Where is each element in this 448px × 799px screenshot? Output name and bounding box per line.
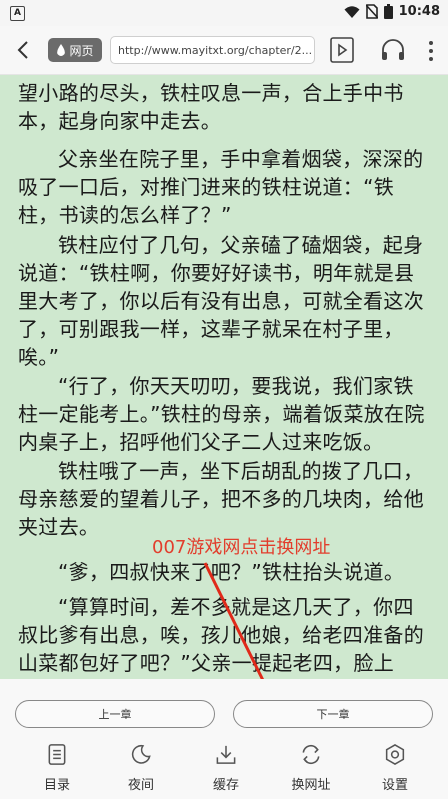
back-icon[interactable] xyxy=(12,38,36,62)
paragraph: 铁柱哦了一声，坐下后胡乱的拨了几口，母亲慈爱的望着儿子，把不多的几块肉，给他夹过… xyxy=(18,459,424,539)
nav-toc[interactable]: 目录 xyxy=(27,743,87,793)
moon-icon xyxy=(131,744,151,764)
paragraph: 父亲坐在院子里，手中拿着烟袋，深深的吸了一口后，对推门进来的铁柱说道：“铁柱，书… xyxy=(18,147,424,227)
next-chapter-button[interactable]: 下一章 xyxy=(233,700,433,728)
clock-time: 10:48 xyxy=(398,4,440,19)
wifi-icon xyxy=(344,5,360,18)
status-bar: A 10:48 xyxy=(0,0,448,26)
more-icon[interactable] xyxy=(428,40,434,62)
browser-toolbar: 网页 http://www.mayitxt.org/chapter/2... xyxy=(0,26,448,75)
paragraph: “爹，四叔快来了吧？”铁柱抬头说道。 xyxy=(58,560,405,584)
web-mode-button[interactable]: 网页 xyxy=(48,38,102,62)
paragraph: “行了，你天天叨叨，要我说，我们家铁柱一定能考上。”铁柱的母亲，端着饭菜放在院内… xyxy=(18,374,425,454)
paragraph: “算算时间，差不多就是这几天了，你四叔比爹有出息，唉，孩儿他娘，给老四准备的山菜… xyxy=(18,595,424,675)
nav-settings[interactable]: 设置 xyxy=(365,743,425,793)
app-notification-icon: A xyxy=(10,6,25,21)
nav-label: 换网址 xyxy=(291,778,331,793)
prev-chapter-button[interactable]: 上一章 xyxy=(15,700,215,728)
reading-content[interactable]: 望小路的尽头，铁柱叹息一声，合上手中书本，起身向家中走去。 父亲坐在院子里，手中… xyxy=(0,75,448,679)
nav-label: 缓存 xyxy=(212,778,239,793)
headphones-icon[interactable] xyxy=(380,37,406,63)
download-icon xyxy=(216,745,236,764)
nav-label: 目录 xyxy=(43,778,70,793)
url-field[interactable]: http://www.mayitxt.org/chapter/2... xyxy=(110,36,315,64)
nav-label: 夜间 xyxy=(127,778,154,793)
nav-switch-url[interactable]: 换网址 xyxy=(281,743,341,793)
overlay-annotation: 007游戏网点击换网址 xyxy=(152,537,331,558)
play-icon[interactable] xyxy=(330,37,354,63)
nav-label: 设置 xyxy=(381,778,408,793)
paragraph: 望小路的尽头，铁柱叹息一声，合上手中书本，起身向家中走去。 xyxy=(18,81,404,133)
no-sim-icon xyxy=(365,4,378,19)
switch-icon xyxy=(302,744,320,765)
nav-cache[interactable]: 缓存 xyxy=(196,743,256,793)
battery-icon xyxy=(383,4,393,19)
drop-icon xyxy=(57,43,66,56)
nav-night[interactable]: 夜间 xyxy=(111,743,171,793)
paragraph: 铁柱应付了几句，父亲磕了磕烟袋，起身说道：“铁柱啊，你要好好读书，明年就是县里大… xyxy=(18,233,424,369)
bottom-panel: 上一章 下一章 目录 夜间 缓存 换网址 设置 xyxy=(0,679,448,799)
toc-icon xyxy=(48,744,66,765)
web-mode-label: 网页 xyxy=(69,43,94,58)
gear-icon xyxy=(385,744,405,765)
